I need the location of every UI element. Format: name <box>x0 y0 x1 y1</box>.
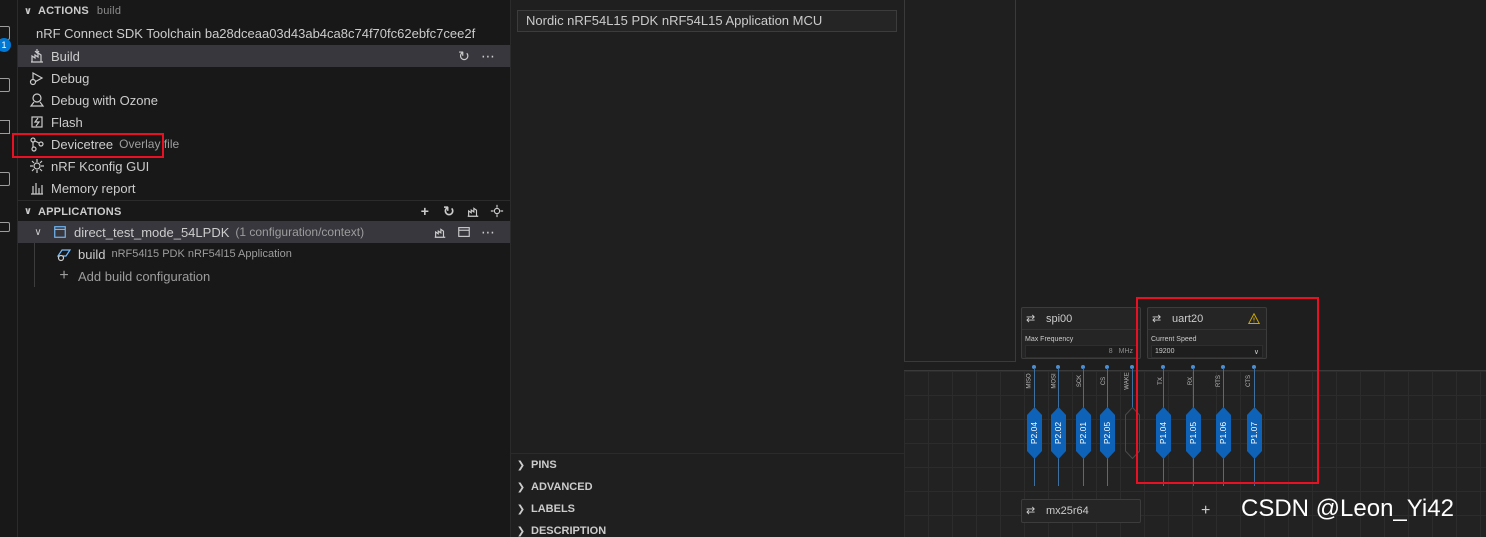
nordic-icon[interactable] <box>0 78 10 92</box>
ozone-icon <box>29 92 45 108</box>
signal-label: WAKE <box>1124 372 1131 390</box>
chevron-down-icon[interactable]: ∨ <box>30 227 46 238</box>
build-config-desc: nRF54l15 PDK nRF54l15 Application <box>111 248 292 260</box>
actions-context: build <box>96 5 122 17</box>
application-desc: (1 configuration/context) <box>235 225 365 239</box>
extension-icon[interactable] <box>0 120 10 134</box>
pin-label: P2.02 <box>1053 421 1064 445</box>
action-label: Debug <box>51 70 90 86</box>
debug-icon <box>29 70 45 86</box>
section-advanced[interactable]: ❯ ADVANCED <box>511 476 904 498</box>
more-icon[interactable]: ⋯ <box>480 224 496 240</box>
pin-label: P2.05 <box>1102 421 1113 445</box>
board-selector[interactable]: Nordic nRF54L15 PDK nRF54L15 Application… <box>517 10 897 32</box>
action-debug-ozone[interactable]: Debug with Ozone <box>18 89 510 111</box>
flash-icon <box>29 114 45 130</box>
applications-title: APPLICATIONS <box>38 205 122 218</box>
action-kconfig[interactable]: nRF Kconfig GUI <box>18 155 510 177</box>
open-app-icon[interactable] <box>456 224 472 240</box>
action-flash[interactable]: Flash <box>18 111 510 133</box>
application-item[interactable]: ∨ direct_test_mode_54LPDK (1 configurati… <box>18 221 510 243</box>
swap-icon: ⇄ <box>1026 505 1036 517</box>
chevron-right-icon: ❯ <box>516 503 526 515</box>
action-label: Debug with Ozone <box>51 92 158 108</box>
action-debug[interactable]: Debug <box>18 67 510 89</box>
refresh-icon[interactable]: ↻ <box>441 203 457 219</box>
field-value: 8 <box>1108 348 1113 355</box>
swap-icon: ⇄ <box>1026 312 1036 325</box>
action-label: nRF Kconfig GUI <box>51 158 150 174</box>
settings-icon[interactable] <box>489 203 505 219</box>
devicetree-highlight <box>12 133 164 158</box>
uart20-highlight <box>1136 297 1319 484</box>
pin-p2-05[interactable]: P2.05 <box>1100 407 1115 459</box>
chevron-right-icon: ❯ <box>516 525 526 537</box>
notification-badge: 1 <box>0 38 11 52</box>
mx25r64-card[interactable]: ⇄ mx25r64 <box>1021 499 1141 523</box>
field-unit: MHz <box>1118 348 1133 355</box>
build-config-icon <box>56 246 72 262</box>
activity-bar: 1 <box>0 0 18 537</box>
watermark: CSDN @Leon_Yi42 <box>1241 495 1454 522</box>
spi00-card[interactable]: ⇄ spi00 Max Frequency 8 MHz <box>1021 307 1141 359</box>
section-description[interactable]: ❯ DESCRIPTION <box>511 520 904 537</box>
pin-p2-01[interactable]: P2.01 <box>1076 407 1091 459</box>
application-name: direct_test_mode_54LPDK <box>74 224 230 240</box>
kconfig-icon <box>29 158 45 174</box>
memory-report-icon <box>29 180 45 196</box>
sidebar: ∨ ACTIONS build nRF Connect SDK Toolchai… <box>12 0 511 537</box>
section-label: ADVANCED <box>531 481 593 493</box>
actions-title: ACTIONS <box>38 5 89 17</box>
chevron-right-icon: ❯ <box>516 459 526 471</box>
pin-label: P2.01 <box>1078 421 1089 445</box>
signal-label: MOSI <box>1051 373 1058 389</box>
add-peripheral-icon[interactable]: + <box>1201 502 1210 520</box>
pin-label: P2.04 <box>1029 421 1040 445</box>
action-label: Flash <box>51 114 83 130</box>
max-frequency-input[interactable]: 8 MHz <box>1025 345 1137 358</box>
section-label: PINS <box>531 459 557 471</box>
peripheral-name: spi00 <box>1046 312 1073 325</box>
toolchain-row: nRF Connect SDK Toolchain ba28dceaa03d43… <box>18 22 510 44</box>
signal-label: MISO <box>1026 373 1033 389</box>
section-label: DESCRIPTION <box>531 525 607 537</box>
action-memory-report[interactable]: Memory report <box>18 177 510 199</box>
board-frame <box>904 0 1016 362</box>
application-icon <box>52 224 68 240</box>
signal-wire <box>1132 368 1133 408</box>
actions-header[interactable]: ∨ ACTIONS build <box>18 0 511 22</box>
chevron-right-icon: ❯ <box>516 481 526 493</box>
add-build-config-label: Add build configuration <box>78 268 211 284</box>
action-build[interactable]: Build ↻ ⋯ <box>18 45 510 67</box>
section-labels[interactable]: ❯ LABELS <box>511 498 904 520</box>
build-all-icon[interactable] <box>465 203 481 219</box>
section-label: LABELS <box>531 503 575 515</box>
build-config-item[interactable]: build nRF54l15 PDK nRF54l15 Application <box>18 243 510 265</box>
rebuild-icon[interactable]: ↻ <box>456 48 472 64</box>
action-label: Memory report <box>51 180 136 196</box>
chevron-down-icon: ∨ <box>23 5 33 17</box>
add-icon[interactable]: + <box>417 203 433 219</box>
section-pins[interactable]: ❯ PINS <box>511 454 904 476</box>
remote-icon[interactable] <box>0 222 10 232</box>
chevron-down-icon: ∨ <box>23 206 33 217</box>
pin-p2-02[interactable]: P2.02 <box>1051 407 1066 459</box>
field-label: Max Frequency <box>1025 336 1074 343</box>
devicetree-canvas[interactable]: ⇄ spi00 Max Frequency 8 MHz ⇄ uart20 Cur… <box>904 0 1486 537</box>
build-app-icon[interactable] <box>432 224 448 240</box>
toolchain-label: nRF Connect SDK Toolchain ba28dceaa03d43… <box>36 25 476 41</box>
action-label: Build <box>51 48 80 64</box>
add-icon: + <box>59 267 69 284</box>
flask-icon[interactable] <box>0 172 10 186</box>
build-icon <box>29 48 45 64</box>
devicetree-panel: Nordic nRF54L15 PDK nRF54L15 Application… <box>511 0 904 537</box>
applications-header[interactable]: ∨ APPLICATIONS + ↻ <box>18 200 511 222</box>
peripheral-name: mx25r64 <box>1046 505 1089 517</box>
build-config-label: build <box>78 246 106 262</box>
pin-p2-04[interactable]: P2.04 <box>1027 407 1042 459</box>
add-build-config[interactable]: + Add build configuration <box>18 265 510 287</box>
more-icon[interactable]: ⋯ <box>480 48 496 64</box>
